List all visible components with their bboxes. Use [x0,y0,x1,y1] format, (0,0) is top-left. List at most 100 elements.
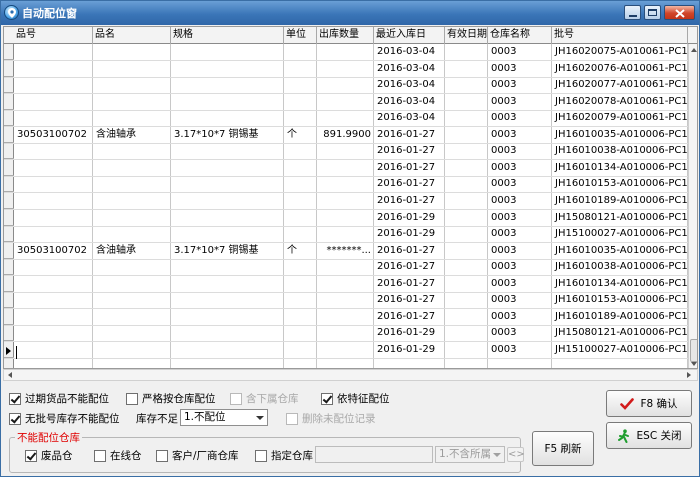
cell-batch[interactable]: JH16010035-A010006-PC16 [552,127,688,143]
cell-name[interactable] [93,342,171,358]
cell-unit[interactable] [284,342,317,358]
cell-unit[interactable] [284,193,317,209]
cell-qty[interactable] [317,110,374,126]
col-header-batch[interactable]: 批号 [552,27,688,44]
cell-expiry[interactable] [445,309,488,325]
cell-date[interactable]: 2016-01-29 [374,210,445,226]
cell-date[interactable]: 2016-03-04 [374,77,445,93]
cell-name[interactable] [93,325,171,341]
scroll-left-icon[interactable] [8,372,12,378]
cell-spec[interactable] [171,259,284,275]
row-indicator[interactable] [4,342,14,358]
cell-warehouse[interactable]: 0003 [488,276,552,292]
cell-warehouse[interactable]: 0003 [488,61,552,77]
strict-by-warehouse-checkbox[interactable]: 严格按仓库配位 [126,391,216,406]
col-header-code[interactable]: 品号 [14,27,93,44]
cell-expiry[interactable] [445,193,488,209]
cell-expiry[interactable] [445,325,488,341]
by-feature-checkbox[interactable]: 依特征配位 [321,391,390,406]
cell-spec[interactable] [171,110,284,126]
row-indicator[interactable] [4,143,14,160]
maximize-button[interactable] [644,5,661,20]
cell-code[interactable] [14,77,93,93]
cell-name[interactable] [93,292,171,308]
cell-warehouse[interactable]: 0003 [488,94,552,110]
cell-qty[interactable] [317,226,374,242]
cell-code[interactable] [14,110,93,126]
cell-date[interactable]: 2016-03-04 [374,110,445,126]
cell-qty[interactable] [317,193,374,209]
cell-code[interactable] [14,160,93,176]
cell-code[interactable]: 30503100702 [14,127,93,143]
cell-name[interactable] [93,110,171,126]
horizontal-scrollbar[interactable] [3,369,698,381]
cell-name[interactable] [93,309,171,325]
row-indicator[interactable] [4,110,14,127]
cell-batch[interactable]: JH15100027-A010006-PC16 [552,342,688,358]
row-indicator[interactable] [4,44,14,60]
cell-qty[interactable] [317,259,374,275]
cell-expiry[interactable] [445,210,488,226]
cell-expiry[interactable] [445,259,488,275]
cell-qty[interactable]: *******... [317,243,374,259]
cell-warehouse[interactable]: 0003 [488,44,552,60]
cell-spec[interactable] [171,77,284,93]
cell-expiry[interactable] [445,94,488,110]
cell-name[interactable] [93,160,171,176]
cell-unit[interactable] [284,325,317,341]
cell-name[interactable] [93,94,171,110]
row-indicator[interactable] [4,259,14,276]
cell-spec[interactable] [171,276,284,292]
cell-unit[interactable] [284,276,317,292]
cell-warehouse[interactable]: 0003 [488,143,552,159]
defective-warehouse-checkbox[interactable]: 废品仓 [25,448,73,463]
cell-qty[interactable] [317,210,374,226]
cell-date[interactable]: 2016-01-29 [374,226,445,242]
cell-batch[interactable]: JH15080121-A010006-PC16 [552,210,688,226]
cell-code[interactable] [14,276,93,292]
cell-code[interactable] [14,143,93,159]
cell-batch[interactable]: JH16020077-A010061-PC16 [552,77,688,93]
cell-warehouse[interactable]: 0003 [488,292,552,308]
cell-warehouse[interactable]: 0003 [488,342,552,358]
close-button[interactable]: ESC 关闭 [606,422,692,449]
cell-name[interactable] [93,61,171,77]
cell-code[interactable] [14,325,93,341]
col-header-warehouse[interactable]: 仓库名称 [488,27,552,44]
cell-expiry[interactable] [445,176,488,192]
cell-code[interactable] [14,309,93,325]
cell-batch[interactable]: JH16010189-A010006-PC16 [552,193,688,209]
cell-qty[interactable] [317,61,374,77]
cell-unit[interactable]: 个 [284,127,317,143]
cell-qty[interactable] [317,276,374,292]
cell-name[interactable] [93,176,171,192]
cell-spec[interactable] [171,61,284,77]
cell-unit[interactable] [284,226,317,242]
cell-batch[interactable]: JH16020076-A010061-PC16 [552,61,688,77]
cell-date[interactable]: 2016-01-29 [374,342,445,358]
cell-batch[interactable]: JH16010035-A010006-PC16 [552,243,688,259]
cell-spec[interactable] [171,160,284,176]
cell-batch[interactable]: JH16010153-A010006-PC16 [552,176,688,192]
cell-unit[interactable] [284,259,317,275]
row-indicator[interactable] [4,176,14,193]
cell-warehouse[interactable]: 0003 [488,325,552,341]
row-indicator[interactable] [4,325,14,342]
cell-name[interactable] [93,226,171,242]
cell-spec[interactable] [171,210,284,226]
cell-unit[interactable] [284,61,317,77]
row-indicator[interactable] [4,292,14,309]
cell-code[interactable] [14,176,93,192]
row-indicator[interactable] [4,210,14,226]
scroll-down-icon[interactable] [691,362,697,366]
minimize-button[interactable] [624,5,641,20]
cell-date[interactable]: 2016-03-04 [374,61,445,77]
cell-name[interactable] [93,210,171,226]
cell-warehouse[interactable]: 0003 [488,226,552,242]
cell-qty[interactable] [317,292,374,308]
cell-unit[interactable] [284,77,317,93]
cell-batch[interactable]: JH16010134-A010006-PC16 [552,160,688,176]
col-header-name[interactable]: 品名 [93,27,171,44]
vertical-scrollbar[interactable] [688,44,697,368]
cell-unit[interactable] [284,143,317,159]
